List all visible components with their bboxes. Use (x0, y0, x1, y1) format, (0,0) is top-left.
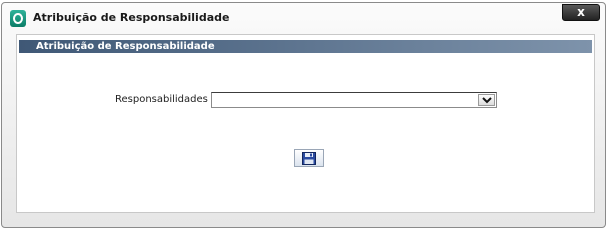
chevron-down-icon (482, 97, 492, 104)
floppy-disk-icon (302, 152, 316, 165)
responsabilidades-label: Responsabilidades (115, 94, 208, 105)
save-button[interactable] (294, 149, 324, 167)
section-header: Atribuição de Responsabilidade (19, 40, 592, 53)
dialog-content: Atribuição de Responsabilidade Responsab… (16, 34, 595, 213)
title-bar[interactable]: Atribuição de Responsabilidade x (2, 3, 605, 33)
dropdown-button[interactable] (478, 94, 495, 106)
app-logo-icon (10, 10, 26, 27)
close-icon: x (577, 5, 585, 19)
dialog-window: Atribuição de Responsabilidade x Atribui… (1, 2, 606, 228)
dialog-title: Atribuição de Responsabilidade (33, 11, 230, 24)
close-button[interactable]: x (562, 4, 600, 21)
section-title: Atribuição de Responsabilidade (36, 41, 215, 52)
responsabilidades-select[interactable] (211, 92, 497, 108)
